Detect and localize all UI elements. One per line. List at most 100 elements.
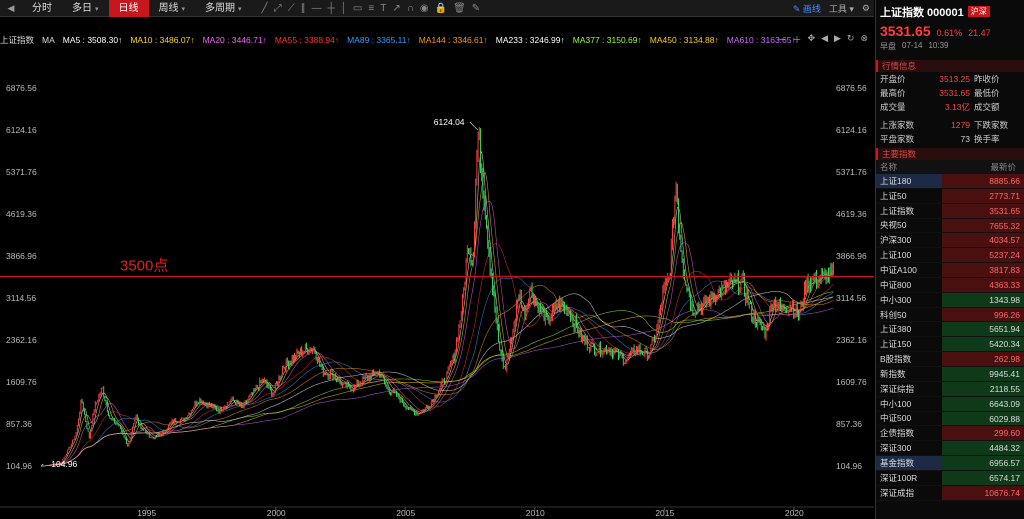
index-name: 中小300: [880, 294, 912, 305]
ma-values: MA5 : 3508.30↑ MA10 : 3486.07↑ MA20 : 3446…: [63, 35, 804, 45]
draw-button[interactable]: ✎ 画线: [793, 2, 821, 15]
channel-tool-icon[interactable]: ∥: [301, 3, 306, 14]
arrow-tool-icon[interactable]: ↗: [392, 3, 400, 14]
tab-0[interactable]: 分时: [22, 0, 62, 17]
index-price: 7655.32: [942, 218, 1024, 233]
index-price: 262.98: [942, 352, 1024, 366]
index-price: 1343.98: [942, 292, 1024, 307]
index-row[interactable]: 科创50 996.26: [876, 307, 1024, 323]
x-tick: 2020: [785, 508, 804, 518]
index-row[interactable]: 新指数 9945.41: [876, 366, 1024, 382]
lock-tool-icon[interactable]: 🔒: [435, 3, 447, 14]
index-row[interactable]: 上证380 5651.94: [876, 322, 1024, 338]
index-row[interactable]: 上证180 8885.66: [876, 174, 1024, 189]
tab-4[interactable]: 多周期 ▾: [195, 0, 252, 17]
index-row[interactable]: 上证50 2773.71: [876, 188, 1024, 204]
market-badge[interactable]: 沪深: [967, 6, 990, 17]
ma-name[interactable]: MA: [42, 35, 55, 45]
index-row[interactable]: 深证综指 2118.55: [876, 381, 1024, 397]
trash-icon[interactable]: 🗑: [453, 3, 466, 14]
index-row[interactable]: 中小100 6643.09: [876, 396, 1024, 412]
info-section-title[interactable]: 行情信息: [876, 60, 1024, 72]
chart-grid: [0, 506, 874, 511]
hline-tool-icon[interactable]: —: [312, 3, 322, 14]
info-value: 3.13亿: [944, 102, 970, 112]
y-tick-right: 1609.76: [836, 377, 867, 387]
index-row[interactable]: 上证指数 3531.65: [876, 203, 1024, 219]
index-price: 299.60: [942, 426, 1024, 441]
fib-tool-icon[interactable]: ≡: [368, 3, 374, 14]
index-row[interactable]: 中证500 6029.88: [876, 411, 1024, 427]
y-tick-right: 3114.56: [836, 293, 866, 303]
kline-chart[interactable]: 3500点 6876.56 6876.56 6124.16 6124.16 5371.7…: [0, 48, 874, 519]
index-name: 上证150: [880, 339, 912, 350]
index-name: B股指数: [880, 354, 912, 365]
zoom-in-icon[interactable]: ＋: [793, 33, 802, 46]
index-row[interactable]: 中小300 1343.98: [876, 292, 1024, 308]
settings-icon[interactable]: ⚙: [862, 3, 870, 14]
quote-info: 开盘价 3513.25 昨收价 最高价 3531.65 最低价 成交量 3.13亿 成交额: [876, 72, 1024, 114]
index-price: 9945.41: [942, 366, 1024, 381]
index-row[interactable]: 基金指数 6956.57: [876, 456, 1024, 471]
index-row[interactable]: 深证成指 10676.74: [876, 485, 1024, 501]
tab-3[interactable]: 周线 ▾: [149, 0, 196, 17]
change-percent: 0.61%: [936, 28, 963, 38]
change-value: 21.47: [968, 28, 991, 38]
line-tool-icon[interactable]: ╱: [262, 3, 268, 14]
right-icon[interactable]: ▶: [834, 33, 841, 46]
ma-line-4: [41, 277, 834, 467]
period-toolbar: ◀ 分时 多日 ▾ 日线 周线 ▾ 多周期 ▾ ╱ ⤢ ⟋ ∥ — ┼ │ ▭ ≡ T ↗ ∩…: [0, 0, 874, 17]
index-name: 央视50: [880, 220, 907, 231]
index-row[interactable]: 企债指数 299.60: [876, 426, 1024, 442]
breadth-info: 上涨家数 1279 下跌家数 平盘家数 73 换手率: [876, 118, 1024, 146]
chart-controls: － ＋ ✥ ◀ ▶ ↻ ⊗: [777, 33, 868, 46]
index-row[interactable]: 上证150 5420.34: [876, 337, 1024, 353]
y-tick-right: 3866.96: [836, 251, 867, 261]
cross-tool-icon[interactable]: ┼: [328, 3, 335, 14]
tab-2[interactable]: 日线: [108, 0, 149, 17]
ray-tool-icon[interactable]: ⤢: [274, 3, 282, 14]
index-row[interactable]: 沪深300 4034.57: [876, 233, 1024, 249]
y-tick-left: 1609.76: [6, 377, 37, 387]
index-list: 上证180 8885.66 上证50 2773.71 上证指数 3531.65 央视50 76…: [876, 174, 1024, 501]
index-row[interactable]: 深证300 4484.32: [876, 441, 1024, 457]
nav-arrows[interactable]: ◀: [0, 3, 22, 14]
stock-header: 上证指数 000001 沪深: [876, 0, 1024, 23]
index-row[interactable]: B股指数 262.98: [876, 352, 1024, 367]
y-tick-left: 6124.16: [6, 125, 37, 135]
index-price: 2118.55: [942, 381, 1024, 396]
index-price: 2773.71: [942, 188, 1024, 203]
close-indicator-icon[interactable]: ⊗: [860, 33, 868, 46]
move-icon[interactable]: ✥: [808, 33, 816, 46]
tab-1[interactable]: 多日 ▾: [62, 0, 109, 17]
ma-line-2: [41, 201, 834, 467]
index-name: 上证50: [880, 190, 907, 201]
moving-averages: [41, 150, 834, 467]
y-tick-left: 104.96: [6, 461, 32, 471]
left-icon[interactable]: ◀: [821, 33, 828, 46]
index-row[interactable]: 上证100 5237.24: [876, 248, 1024, 264]
text-tool-icon[interactable]: T: [380, 3, 386, 14]
index-name: 中证800: [880, 279, 912, 290]
vline-tool-icon[interactable]: │: [341, 3, 347, 14]
pen-icon[interactable]: ✎: [472, 3, 480, 14]
ma-value: MA89 : 3365.11↑: [347, 35, 411, 45]
arc-tool-icon[interactable]: ∩: [407, 3, 414, 14]
index-price: 6956.57: [942, 456, 1024, 470]
index-section-title[interactable]: 主要指数: [876, 148, 1024, 160]
index-price: 4363.33: [942, 277, 1024, 292]
rect-tool-icon[interactable]: ▭: [353, 3, 362, 14]
index-row[interactable]: 中证A100 3817.83: [876, 263, 1024, 278]
index-row[interactable]: 中证800 4363.33: [876, 277, 1024, 293]
info-key: 成交量: [880, 102, 906, 112]
eye-tool-icon[interactable]: ◉: [420, 3, 429, 14]
index-row[interactable]: 央视50 7655.32: [876, 218, 1024, 234]
tools-button[interactable]: 工具 ▾: [829, 2, 854, 15]
zoom-out-icon[interactable]: －: [777, 33, 786, 46]
back-icon[interactable]: ◀: [8, 3, 15, 14]
ma-value: MA5 : 3508.30↑: [62, 35, 123, 45]
quote-time: 10:39: [928, 41, 949, 50]
index-row[interactable]: 深证100R 6574.17: [876, 470, 1024, 486]
segment-tool-icon[interactable]: ⟋: [288, 3, 295, 14]
refresh-icon[interactable]: ↻: [847, 33, 855, 46]
